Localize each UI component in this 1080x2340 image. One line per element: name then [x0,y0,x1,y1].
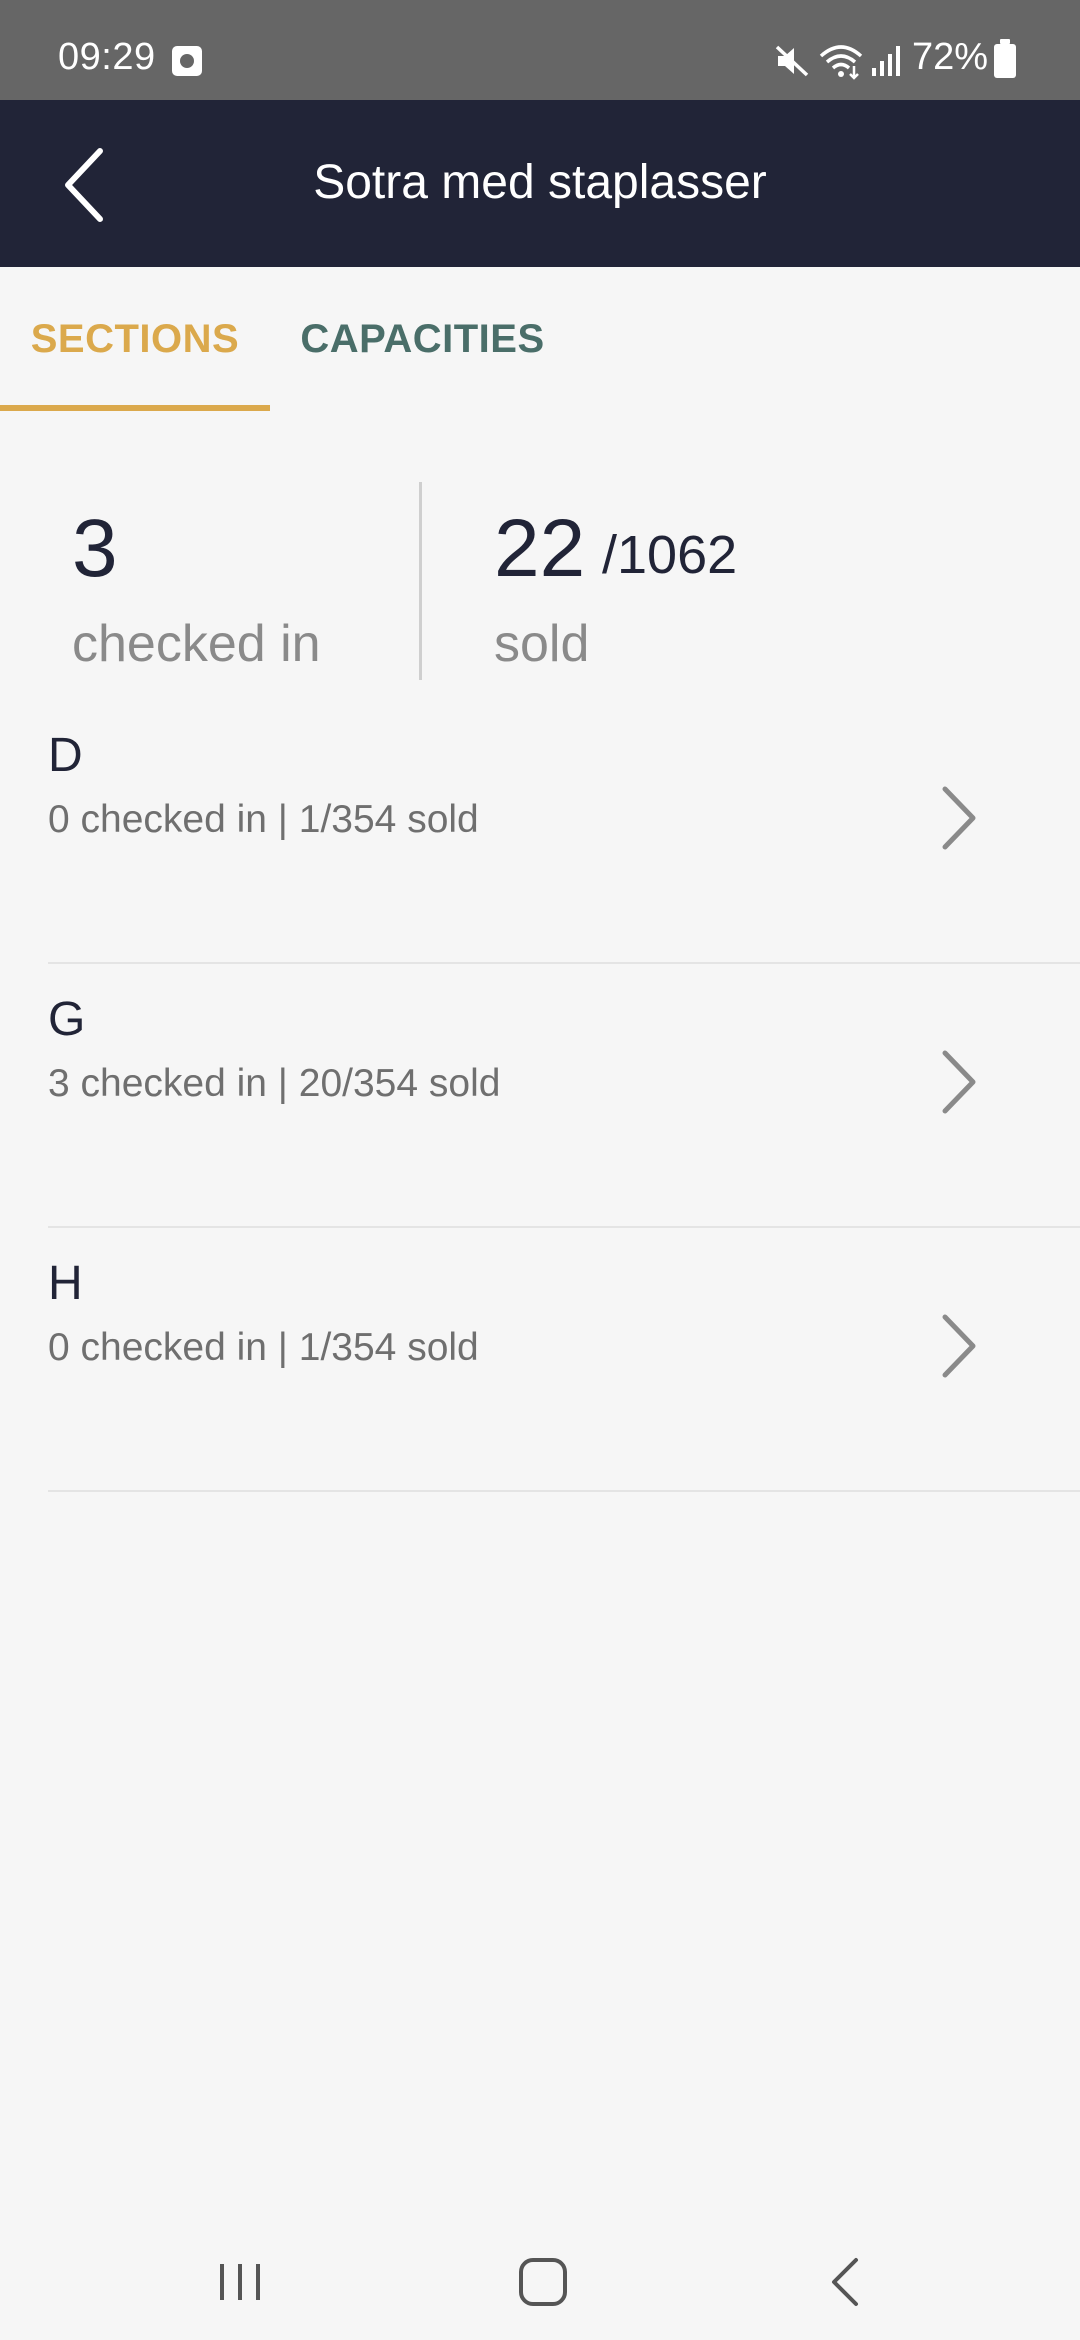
checked-in-label: checked in [72,615,321,673]
tab-sections[interactable]: SECTIONS [0,267,270,412]
section-name: G [48,993,86,1046]
status-time: 09:29 [58,36,156,78]
chevron-right-icon [942,1314,976,1378]
system-back-button[interactable] [806,2242,886,2322]
app-bar: Sotra med staplasser [0,100,1080,267]
section-row-h[interactable]: H 0 checked in | 1/354 sold [0,1228,1080,1492]
signal-icon [872,46,900,76]
home-button[interactable] [503,2242,583,2322]
row-divider [48,1490,1080,1492]
sold-label: sold [494,615,590,673]
notification-icon [172,46,202,76]
recent-apps-button[interactable] [200,2242,280,2322]
active-tab-indicator [0,405,270,411]
tab-capacities[interactable]: CAPACITIES [280,267,565,412]
system-nav-bar [0,2220,1080,2340]
wifi-icon [819,45,863,80]
section-name: H [48,1257,83,1310]
battery-icon [994,39,1016,78]
page-title: Sotra med staplasser [313,156,767,209]
section-row-d[interactable]: D 0 checked in | 1/354 sold [0,700,1080,964]
tab-bar: SECTIONS CAPACITIES [0,267,1080,412]
section-detail: 0 checked in | 1/354 sold [48,798,479,841]
chevron-right-icon [942,1050,976,1114]
section-detail: 0 checked in | 1/354 sold [48,1326,479,1369]
sold-count: 22 [494,503,586,594]
section-name: D [48,729,83,782]
summary: 3 checked in 22 /1062 sold [0,482,1080,682]
battery-percentage: 72% [912,36,989,78]
summary-divider [419,482,422,680]
section-row-g[interactable]: G 3 checked in | 20/354 sold [0,964,1080,1228]
mute-icon [775,45,809,77]
chevron-right-icon [942,786,976,850]
status-bar: 09:29 72% [0,0,1080,100]
section-detail: 3 checked in | 20/354 sold [48,1062,501,1105]
sold-total: /1062 [602,525,738,585]
checked-in-count: 3 [72,503,118,594]
